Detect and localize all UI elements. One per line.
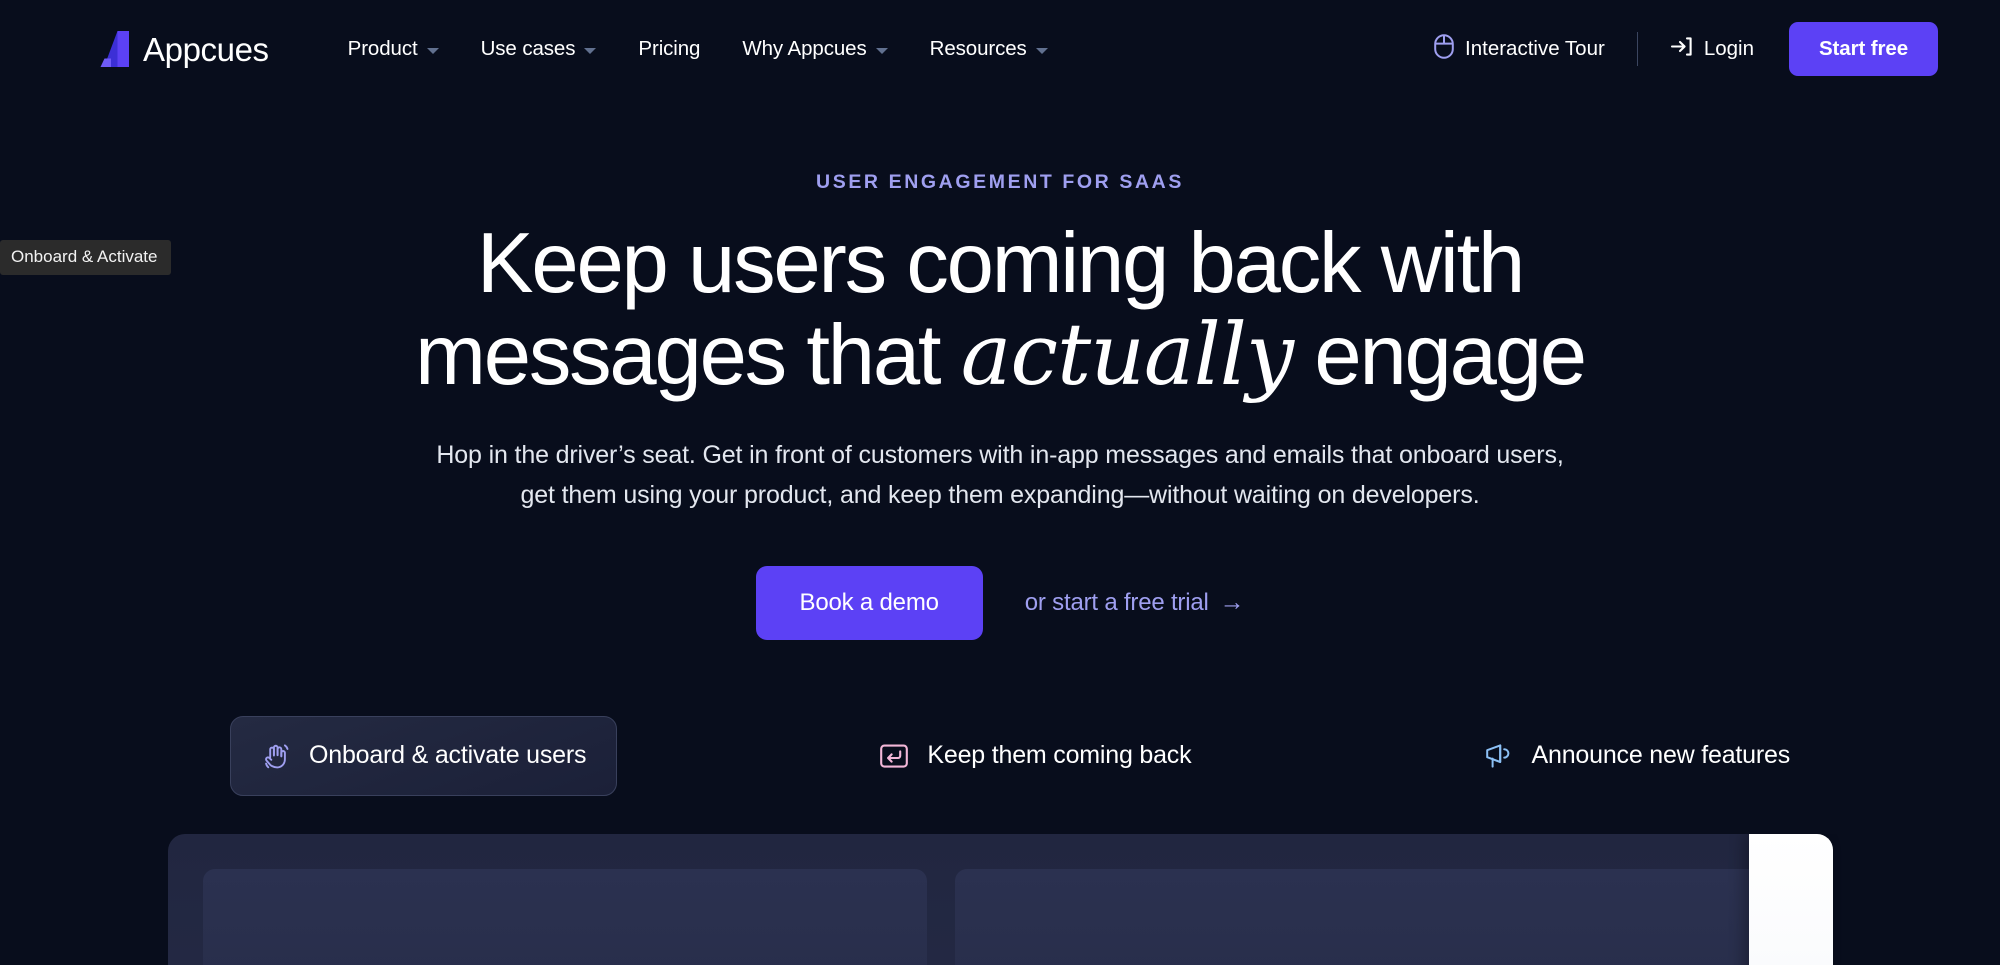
product-preview-cards: [168, 869, 1833, 965]
chevron-down-icon: [875, 47, 888, 54]
tab-onboard-activate-users[interactable]: Onboard & activate users: [230, 715, 618, 796]
interactive-tour-link[interactable]: Interactive Tour: [1428, 26, 1611, 73]
top-navigation-bar: Appcues Product Use cases Pricing Why Ap…: [0, 0, 2000, 98]
chevron-down-icon: [584, 47, 597, 54]
preview-white-slab: [1749, 834, 1833, 965]
login-arrow-icon: [1670, 35, 1693, 64]
preview-card-left: [203, 869, 927, 965]
product-preview-region: [168, 834, 2000, 965]
chevron-down-icon: [1035, 47, 1048, 54]
book-a-demo-button[interactable]: Book a demo: [755, 565, 983, 640]
tab-label: Onboard & activate users: [309, 741, 587, 770]
nav-item-label: Why Appcues: [742, 37, 867, 60]
preview-card-right: [955, 869, 1793, 965]
nav-item-pricing[interactable]: Pricing: [617, 27, 721, 71]
headline-part-2: engage: [1293, 307, 1587, 403]
start-free-trial-label: or start a free trial: [1024, 588, 1209, 616]
hero-eyebrow: USER ENGAGEMENT FOR SAAS: [816, 171, 1184, 193]
product-preview-panel: [168, 834, 1833, 965]
nav-item-resources[interactable]: Resources: [909, 27, 1069, 71]
nav-right-group: Interactive Tour Login Start free: [1428, 22, 1938, 76]
headline-emphasis: actually: [960, 305, 1294, 405]
nav-item-label: Pricing: [638, 37, 701, 60]
page-title: Keep users coming back with messages tha…: [345, 218, 1655, 402]
enter-key-icon: [879, 741, 909, 771]
nav-item-use-cases[interactable]: Use cases: [460, 27, 618, 71]
nav-item-label: Product: [347, 37, 418, 60]
nav-item-label: Use cases: [480, 37, 576, 60]
brand-logo-link[interactable]: Appcues: [96, 31, 269, 67]
tab-announce-new-features[interactable]: Announce new features: [1454, 717, 1820, 795]
onboard-activate-tooltip: Onboard & Activate: [0, 240, 172, 275]
appcues-logo-icon: [96, 31, 130, 67]
nav-links: Product Use cases Pricing Why Appcues Re…: [327, 27, 1069, 71]
start-free-trial-link[interactable]: or start a free trial →: [1025, 589, 1245, 617]
arrow-right-icon: →: [1219, 588, 1245, 617]
nav-divider: [1636, 32, 1638, 66]
hero-tabs: Onboard & activate users Keep them comin…: [0, 715, 2000, 796]
tab-label: Announce new features: [1531, 741, 1791, 770]
tab-label: Keep them coming back: [927, 741, 1192, 770]
hero-subhead: Hop in the driver’s seat. Get in front o…: [436, 440, 1564, 509]
hero-cta-row: Book a demo or start a free trial →: [0, 565, 2000, 640]
nav-item-why-appcues[interactable]: Why Appcues: [721, 27, 908, 71]
nav-item-label: Resources: [929, 37, 1027, 60]
start-free-button[interactable]: Start free: [1788, 22, 1938, 76]
brand-name: Appcues: [143, 30, 269, 68]
chevron-down-icon: [426, 47, 439, 54]
hero-section: USER ENGAGEMENT FOR SAAS Keep users comi…: [0, 98, 2000, 640]
waving-hand-icon: [261, 741, 291, 771]
interactive-tour-label: Interactive Tour: [1465, 37, 1605, 60]
mouse-icon: [1434, 33, 1454, 65]
login-link[interactable]: Login: [1664, 27, 1760, 72]
megaphone-icon: [1484, 741, 1514, 771]
login-label: Login: [1703, 37, 1754, 60]
tab-keep-them-coming-back[interactable]: Keep them coming back: [849, 717, 1221, 795]
nav-item-product[interactable]: Product: [327, 27, 460, 71]
